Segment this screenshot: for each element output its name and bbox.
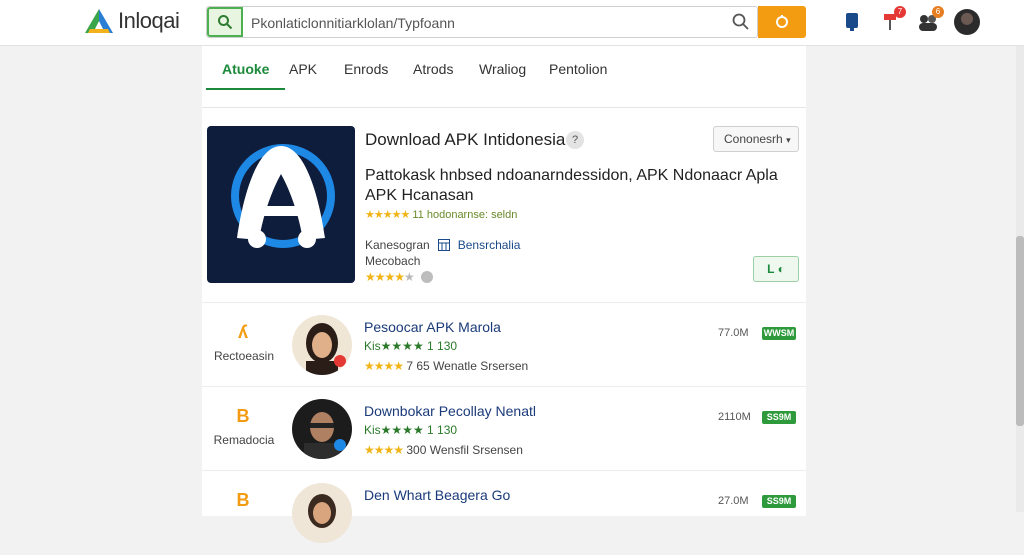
- info-icon[interactable]: ?: [566, 131, 584, 149]
- rating-text: 11 hodonarnse: seldn: [412, 209, 518, 221]
- logo-icon: [85, 9, 113, 33]
- meta-row: Kanesogran Bensrchalia: [365, 238, 520, 252]
- app-sub: ★★★★ 300 Wensfil Srsensen: [364, 443, 523, 457]
- search-icon-left[interactable]: [207, 7, 243, 37]
- search-bar: [206, 6, 758, 38]
- star-empty-icon: ★: [404, 270, 415, 284]
- featured-rating: ★★★★★ 11 hodonarnse: seldn: [365, 208, 517, 221]
- tab-apk[interactable]: APK: [289, 60, 317, 90]
- category-cell: ʎ Rectoeasin: [202, 303, 286, 387]
- app-title[interactable]: Downbokar Pecollay Nenatl: [364, 403, 536, 419]
- star-rating-icon: ★★★★: [364, 359, 404, 373]
- category-cell: B Remadocia: [202, 387, 286, 471]
- search-icon: [218, 15, 233, 30]
- search-button[interactable]: [758, 6, 806, 38]
- category-label: Remadocia: [213, 433, 275, 447]
- app-rating: Kis★★★★ 1 130: [364, 423, 458, 437]
- featured-app: Download APK Intidonesia ? Cononesrh ▾ P…: [207, 126, 807, 286]
- category-icon: ʎ: [237, 322, 248, 342]
- app-sub-text: 300 Wensfil Srsensen: [406, 443, 523, 457]
- search-icon[interactable]: [731, 12, 751, 32]
- star-rating-icon: ★★★★★: [365, 209, 410, 221]
- meta-link[interactable]: Bensrchalia: [458, 238, 521, 252]
- tab-wraliog[interactable]: Wraliog: [479, 60, 526, 90]
- featured-title: Download APK Intidonesia: [365, 130, 566, 149]
- users-badge: 6: [932, 6, 944, 18]
- file-size: 27.0M: [718, 495, 749, 507]
- main-panel: Atuoke APK Enrods Atrods Wraliog Pentoli…: [202, 46, 807, 543]
- category-label: Rectoeasin: [213, 349, 275, 363]
- notification-icon[interactable]: 7: [878, 6, 906, 36]
- tab-atrods[interactable]: Atrods: [413, 60, 453, 90]
- meta-stars: ★★★★★: [365, 270, 433, 284]
- category-icon: B: [236, 406, 250, 426]
- install-button[interactable]: L ◐: [753, 256, 799, 282]
- tab-enrods[interactable]: Enrods: [344, 60, 388, 90]
- top-bar: Inloqai 7 6: [0, 0, 1024, 46]
- chevron-down-icon: ▾: [786, 135, 791, 145]
- scrollbar-thumb[interactable]: [1016, 236, 1024, 426]
- users-icon[interactable]: 6: [916, 6, 944, 36]
- search-input[interactable]: [251, 13, 721, 33]
- app-rating: Kis★★★★ 1 130: [364, 339, 458, 353]
- avatar[interactable]: [292, 483, 352, 543]
- region-select[interactable]: Cononesrh ▾: [713, 126, 799, 152]
- scrollbar[interactable]: [1016, 46, 1024, 512]
- search-icon: [776, 15, 788, 28]
- star-rating-icon: ★★★★: [365, 270, 405, 284]
- app-title[interactable]: Pesoocar APK Marola: [364, 319, 501, 335]
- tab-bar: Atuoke APK Enrods Atrods Wraliog Pentoli…: [202, 46, 806, 108]
- category-icon: B: [236, 490, 250, 510]
- file-size: 2110M: [718, 411, 751, 423]
- app-sub: ★★★★ 7 65 Wenatle Srsersen: [364, 359, 528, 373]
- meta-sub: Mecobach: [365, 254, 421, 268]
- app-sub-text: 7 65 Wenatle Srsersen: [406, 359, 529, 373]
- category-cell: B: [202, 471, 286, 555]
- status-badge: SS9M: [762, 495, 796, 508]
- avatar[interactable]: [954, 9, 980, 35]
- status-badge: WWSM: [762, 327, 796, 340]
- list-item[interactable]: ʎ Rectoeasin Pesoocar APK Marola Kis★★★★…: [202, 302, 806, 386]
- list-item[interactable]: B Remadocia Downbokar Pecollay Nenatl Ki…: [202, 386, 806, 470]
- brand-name: Inloqai: [118, 8, 180, 33]
- top-icons: 7 6: [840, 6, 980, 36]
- list-item[interactable]: B Den Whart Beagera Go 27.0M SS9M: [202, 470, 806, 554]
- tab-pentolion[interactable]: Pentolion: [549, 60, 607, 90]
- featured-app-image[interactable]: [207, 126, 355, 283]
- notification-badge: 7: [894, 6, 906, 18]
- logo[interactable]: Inloqai: [84, 8, 180, 34]
- region-select-label: Cononesrh: [724, 132, 783, 146]
- status-badge: SS9M: [762, 411, 796, 424]
- featured-description: Pattokask hnbsed ndoanarndessidon, APK N…: [365, 167, 778, 204]
- calendar-icon: [437, 239, 450, 251]
- file-size: 77.0M: [718, 327, 749, 339]
- app-title[interactable]: Den Whart Beagera Go: [364, 487, 510, 503]
- bookmark-icon[interactable]: [840, 8, 864, 36]
- star-rating-icon: ★★★★: [364, 443, 404, 457]
- status-dot-icon: [420, 271, 433, 283]
- meta-label: Kanesogran: [365, 238, 430, 252]
- avatar[interactable]: [292, 399, 352, 459]
- avatar[interactable]: [292, 315, 352, 375]
- app-logo-icon: [231, 144, 335, 248]
- tab-atuoke[interactable]: Atuoke: [206, 60, 286, 90]
